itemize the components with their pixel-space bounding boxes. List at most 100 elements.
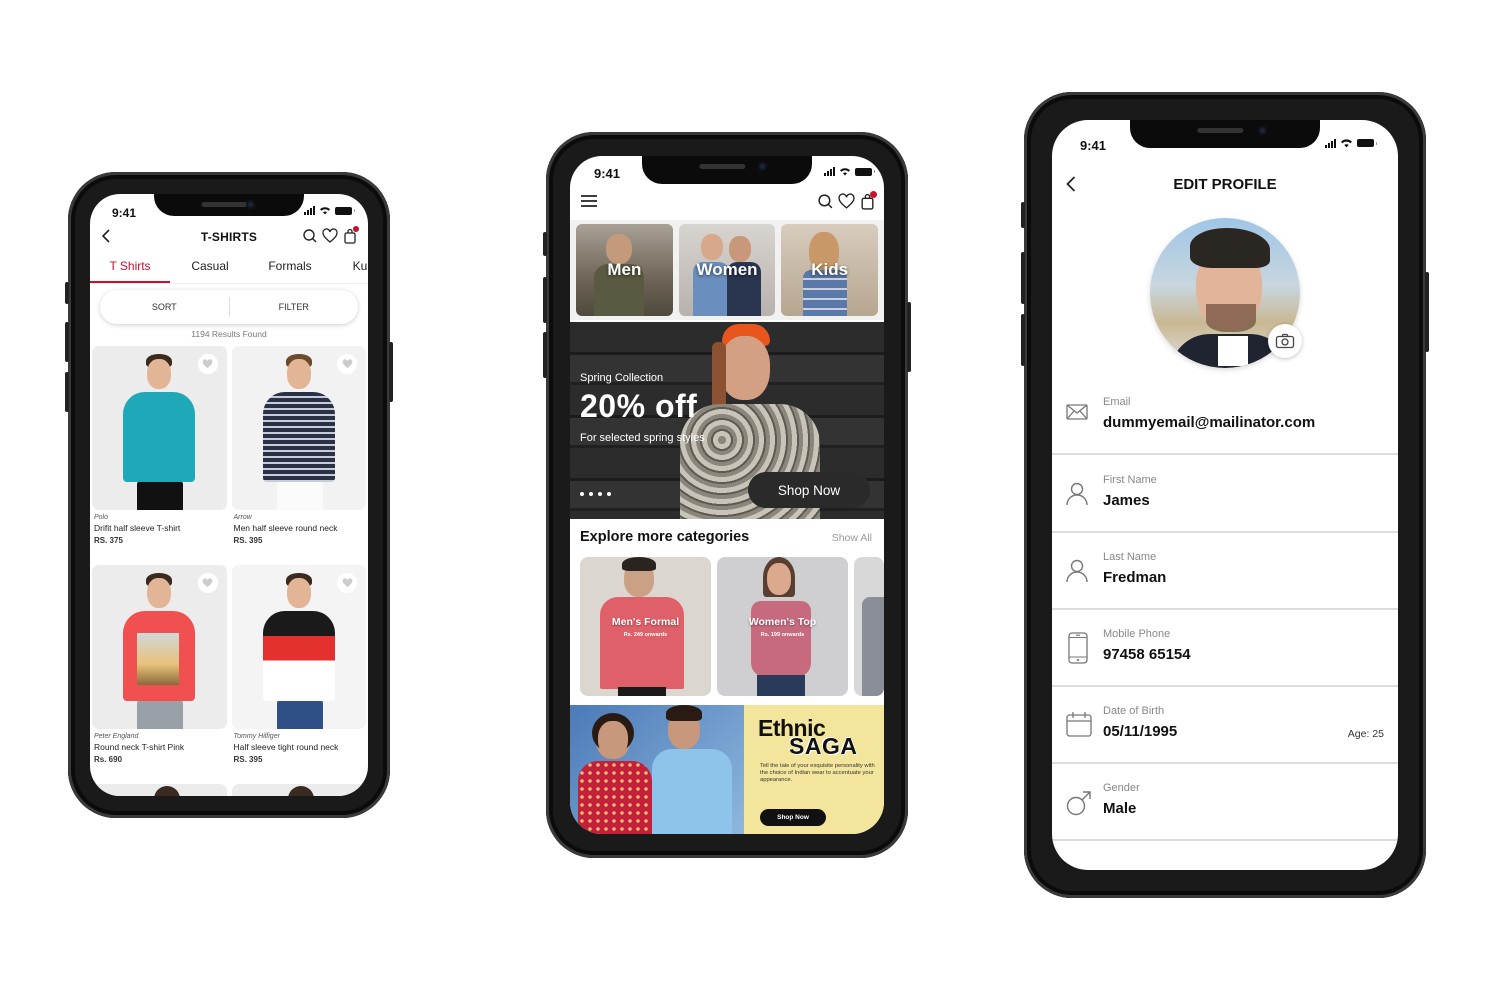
ethnic-shop-now-button[interactable]: Shop Now [760, 809, 826, 826]
signal-icon [304, 206, 315, 215]
category-label: Kids [811, 260, 849, 279]
product-name[interactable]: Round neck T-shirt Pink [92, 742, 227, 752]
explore-card-womens-top[interactable]: Women's Top Rs. 199 onwards [717, 557, 848, 696]
user-icon [1066, 559, 1088, 583]
field-label: First Name [1103, 474, 1157, 486]
status-bar: 9:41 [570, 156, 884, 186]
explore-card-price: Rs. 199 onwards [760, 631, 805, 638]
sort-button[interactable]: SORT [100, 302, 229, 312]
explore-card-price: Rs. 249 onwards [623, 631, 668, 638]
battery-icon [335, 206, 355, 215]
section-title: Explore more categories [580, 529, 750, 545]
last-name-field[interactable]: Last Name Fredman [1052, 533, 1398, 610]
status-time: 9:41 [112, 206, 137, 220]
category-tabs: T Shirts Casual Formals Ku [90, 254, 368, 284]
product-image[interactable] [92, 565, 227, 729]
product-card[interactable]: Polo Drifit half sleeve T-shirt RS. 375 [92, 346, 227, 565]
camera-icon [1275, 333, 1295, 349]
field-value[interactable]: 97458 65154 [1103, 646, 1191, 663]
results-count: 1194 Results Found [191, 329, 267, 339]
shirt-graphic [123, 611, 196, 701]
phone-profile: 9:41 EDIT PROFILE Email dummyemail@maili… [1021, 92, 1429, 898]
banner-description: For selected spring styles [580, 432, 705, 444]
wishlist-button[interactable] [197, 354, 218, 374]
product-image[interactable] [92, 346, 227, 510]
tab-t-shirts[interactable]: T Shirts [90, 254, 170, 283]
wifi-icon [839, 167, 851, 176]
wifi-icon [1340, 138, 1353, 148]
signal-icon [824, 167, 835, 176]
product-grid: Polo Drifit half sleeve T-shirt RS. 375 … [92, 346, 366, 796]
signal-icon [1325, 138, 1336, 148]
tab-casual[interactable]: Casual [170, 254, 250, 283]
show-all-link[interactable]: Show All [832, 532, 872, 544]
product-name[interactable]: Men half sleeve round neck [232, 523, 367, 533]
tab-kurta[interactable]: Ku [330, 254, 368, 283]
field-label: Gender [1103, 782, 1140, 794]
shirt-graphic [123, 392, 196, 482]
explore-card-title: Men's Formal [611, 615, 680, 628]
category-label: Women [696, 260, 758, 279]
first-name-field[interactable]: First Name James [1052, 456, 1398, 533]
field-value[interactable]: Male [1103, 800, 1136, 817]
product-card-partial[interactable] [92, 784, 227, 796]
category-row: Men Women Kids [570, 220, 884, 320]
field-value[interactable]: dummyemail@mailinator.com [1103, 414, 1315, 431]
product-card[interactable]: Tommy Hilfiger Half sleeve tight round n… [231, 565, 367, 784]
search-icon[interactable] [817, 193, 834, 210]
explore-section: Explore more categories Show All Men's F… [570, 521, 884, 705]
product-card[interactable]: Arrow Men half sleeve round neck RS. 395 [231, 346, 367, 565]
change-photo-button[interactable] [1268, 324, 1302, 358]
volume-up-button [1021, 252, 1025, 304]
tab-formals[interactable]: Formals [250, 254, 330, 283]
product-image[interactable] [231, 346, 366, 510]
phone-icon [1068, 632, 1088, 664]
wishlist-heart-icon[interactable] [322, 228, 338, 244]
volume-down-button [543, 332, 547, 378]
ethnic-banner-text: Ethnic SAGA Tell the tale of your exquis… [744, 705, 884, 834]
category-men[interactable]: Men [576, 224, 673, 316]
field-value[interactable]: James [1103, 492, 1150, 509]
field-value[interactable]: Fredman [1103, 569, 1166, 586]
hamburger-menu-icon[interactable] [580, 194, 598, 208]
battery-icon [1357, 139, 1377, 147]
wishlist-button[interactable] [337, 354, 357, 374]
listing-header: T-SHIRTS [90, 224, 368, 252]
product-image[interactable] [231, 565, 366, 729]
banner-subtitle: Spring Collection [580, 372, 664, 384]
carousel-dots[interactable] [580, 492, 611, 496]
explore-card-partial[interactable] [854, 557, 884, 696]
product-name[interactable]: Half sleeve tight round neck [232, 742, 367, 752]
ethnic-description: Tell the tale of your exquisite personal… [760, 763, 875, 784]
product-name[interactable]: Drifit half sleeve T-shirt [92, 523, 227, 533]
status-time: 9:41 [1080, 138, 1107, 153]
product-brand: Polo [94, 514, 109, 521]
wishlist-button[interactable] [337, 573, 357, 593]
phone-home: 9:41 Men Women Kids Spring Collection 20… [543, 132, 911, 858]
product-card-partial[interactable] [231, 784, 366, 796]
search-icon[interactable] [302, 228, 318, 244]
wishlist-heart-icon[interactable] [838, 193, 855, 210]
filter-button[interactable]: FILTER [230, 302, 359, 312]
shop-now-button[interactable]: Shop Now [748, 472, 870, 508]
explore-card-title: Women's Top [748, 615, 817, 628]
cart-bag-icon[interactable] [342, 226, 359, 244]
power-button [907, 302, 911, 372]
product-price: RS. 375 [94, 536, 123, 545]
gender-field[interactable]: Gender Male [1052, 764, 1398, 841]
category-kids[interactable]: Kids [781, 224, 879, 316]
status-time: 9:41 [594, 166, 621, 181]
wishlist-button[interactable] [197, 573, 218, 593]
mute-switch [65, 282, 69, 304]
date-of-birth-field[interactable]: Date of Birth 05/11/1995 Age: 25 [1052, 687, 1398, 764]
promo-banner[interactable]: Spring Collection 20% off For selected s… [570, 322, 884, 519]
mobile-phone-field[interactable]: Mobile Phone 97458 65154 [1052, 610, 1398, 687]
ethnic-saga-banner[interactable]: Ethnic SAGA Tell the tale of your exquis… [570, 705, 884, 834]
explore-card-mens-formal[interactable]: Men's Formal Rs. 249 onwards [580, 557, 711, 696]
cart-bag-icon[interactable] [859, 191, 877, 210]
mute-switch [543, 232, 547, 256]
email-field[interactable]: Email dummyemail@mailinator.com [1052, 378, 1398, 455]
category-women[interactable]: Women [678, 224, 776, 316]
field-value[interactable]: 05/11/1995 [1103, 723, 1177, 740]
product-card[interactable]: Peter England Round neck T-shirt Pink Rs… [92, 565, 227, 784]
